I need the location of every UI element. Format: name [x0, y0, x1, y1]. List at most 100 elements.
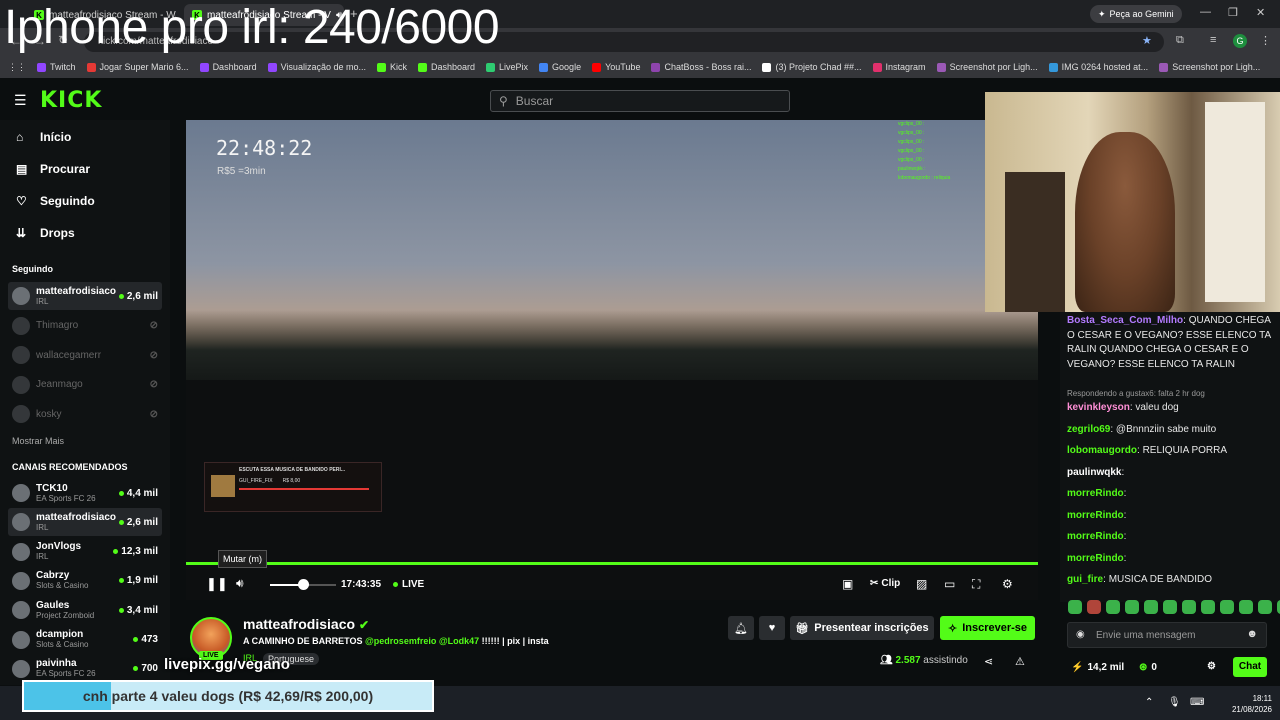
restore-icon[interactable]: ❐ [1228, 6, 1238, 19]
nav-item-procurar[interactable]: ▤ Procurar [16, 162, 90, 176]
bookmark-item[interactable]: LivePix [486, 62, 528, 72]
chat-username[interactable]: morreRindo [1067, 531, 1124, 542]
bookmark-item[interactable]: Google [539, 62, 581, 72]
show-more-link[interactable]: Mostrar Mais [12, 436, 64, 446]
chat-input[interactable]: ◉ Envie uma mensagem ☻ [1067, 622, 1267, 648]
chat-message[interactable]: morreRindo: [1067, 552, 1272, 567]
chat-username[interactable]: kevinkleyson [1067, 402, 1130, 413]
nav-item-drops[interactable]: ⇊ Drops [16, 226, 75, 240]
chat-message[interactable]: kevinkleyson: valeu dog [1067, 401, 1272, 416]
chat-username[interactable]: morreRindo [1067, 510, 1124, 521]
volume-icon[interactable]: 🔊︎ [236, 576, 244, 591]
emote-icon[interactable] [1125, 600, 1139, 614]
chat-username[interactable]: zegrilo69 [1067, 424, 1110, 435]
bookmark-item[interactable]: IMG 0264 hosted at... [1048, 62, 1148, 72]
chat-message[interactable]: zegrilo69: @Bnnnziin sabe muito [1067, 423, 1272, 438]
chat-username[interactable]: Bosta_Seca_Com_Milho [1067, 315, 1183, 326]
nav-item-início[interactable]: ⌂ Início [16, 130, 71, 144]
emote-icon[interactable] [1258, 600, 1272, 614]
pause-icon[interactable]: ❚❚ [206, 576, 228, 592]
miniplayer-icon[interactable]: ▣ [842, 577, 853, 591]
kick-logo[interactable]: KICK [40, 88, 102, 113]
emote-icon[interactable] [1239, 600, 1253, 614]
search-input[interactable]: ⚲ Buscar [490, 90, 790, 112]
title-mentions[interactable]: @pedrosemfreio @Lodk47 [365, 636, 479, 646]
live-indicator[interactable]: LIVE [393, 579, 424, 590]
emote-icon[interactable] [1087, 600, 1101, 614]
chat-message[interactable]: morreRindo: [1067, 530, 1272, 545]
nav-item-seguindo[interactable]: ♡ Seguindo [16, 194, 95, 208]
chat-message[interactable]: Respondendo a gustax6: falta 2 hr dog [1067, 387, 1272, 402]
apps-icon[interactable]: ⋮⋮ [8, 62, 26, 73]
chat-message[interactable]: morreRindo: [1067, 487, 1272, 502]
chat-username[interactable]: gui_fire [1067, 574, 1103, 585]
emote-icon[interactable] [1182, 600, 1196, 614]
recommended-channel[interactable]: Cabrzy Slots & Casino 1,9 mil [8, 567, 162, 595]
fullscreen-icon[interactable]: ⛶ [972, 577, 980, 592]
bookmark-item[interactable]: Instagram [872, 62, 926, 72]
chat-message[interactable]: morreRindo: [1067, 509, 1272, 524]
recommended-channel[interactable]: Gaules Project Zomboid 3,4 mil [8, 596, 162, 624]
following-channel[interactable]: kosky ⊘ [8, 400, 162, 428]
bookmark-item[interactable]: Dashboard [418, 62, 475, 72]
chat-message[interactable]: gui_fire: MUSICA DE BANDIDO [1067, 573, 1272, 588]
emote-icon[interactable] [1201, 600, 1215, 614]
emote-icon[interactable] [1144, 600, 1158, 614]
following-channel[interactable]: Thimagro ⊘ [8, 312, 162, 340]
gift-subs-button[interactable]: 🎁︎ Presentear inscrições [790, 616, 934, 640]
recommended-channel[interactable]: TCK10 EA Sports FC 26 4,4 mil [8, 479, 162, 507]
tray-chevron-icon[interactable]: ⌃ [1145, 697, 1153, 708]
chat-message[interactable]: paulinwqkk: [1067, 466, 1272, 481]
bookmark-item[interactable]: Twitch [37, 62, 76, 72]
profile-avatar[interactable]: G [1233, 34, 1247, 48]
bookmark-item[interactable]: Kick [376, 62, 407, 72]
video-player[interactable]: 22:48:22 R$5 =3min vgclips_00 : vgclips_0… [186, 120, 1038, 600]
bookmark-item[interactable]: Screenshot por Ligh... [1159, 62, 1260, 72]
recommended-channel[interactable]: matteafrodisiaco IRL 2,6 mil [8, 508, 162, 537]
kicks-balance[interactable]: ⊛ 0 [1139, 662, 1157, 673]
chat-message[interactable]: Bosta_Seca_Com_Milho: QUANDO CHEGA O CES… [1067, 314, 1272, 372]
video-progress-bar[interactable] [186, 562, 1038, 565]
bookmark-item[interactable]: ChatBoss - Boss rai... [651, 62, 751, 72]
chat-send-button[interactable]: Chat [1233, 657, 1267, 677]
following-channel[interactable]: Jeanmago ⊘ [8, 371, 162, 399]
recommended-channel[interactable]: JonVlogs IRL 12,3 mil [8, 538, 162, 566]
recommended-channel[interactable]: dcampion Slots & Casino 473 [8, 626, 162, 654]
follow-heart-button[interactable]: ♥ [759, 616, 785, 640]
captions-icon[interactable]: ▭ [944, 577, 955, 591]
bookmark-item[interactable]: YouTube [592, 62, 640, 72]
extensions-icon[interactable]: ⧉ [1176, 34, 1184, 47]
system-tray-clock[interactable]: 18:11 21/08/2026 [1232, 693, 1272, 715]
chat-username[interactable]: paulinwqkk [1067, 467, 1121, 478]
chat-message[interactable]: lobomaugordo: RELIQUIA PORRA [1067, 444, 1272, 459]
chat-username[interactable]: lobomaugordo [1067, 445, 1137, 456]
streamer-name[interactable]: matteafrodisiaco ✔ [243, 616, 369, 632]
volume-knob[interactable] [298, 579, 309, 590]
chat-settings-icon[interactable]: ⚙ [1207, 661, 1216, 672]
emote-icon[interactable] [1106, 600, 1120, 614]
menu-icon[interactable]: ⋮ [1260, 34, 1271, 47]
recommended-channel[interactable]: paivinha EA Sports FC 26 700 [8, 655, 162, 683]
clip-button[interactable]: ✂ Clip [870, 578, 900, 589]
chat-username[interactable]: morreRindo [1067, 553, 1124, 564]
share-icon[interactable]: ⋖ [984, 655, 993, 668]
hamburger-icon[interactable]: ☰ [14, 92, 27, 109]
emote-icon[interactable] [1068, 600, 1082, 614]
network-icon[interactable]: ⌨ [1190, 697, 1204, 708]
subscribe-button[interactable]: ✧ Inscrever-se [940, 616, 1035, 640]
bookmark-star-icon[interactable]: ★ [1142, 34, 1152, 47]
report-icon[interactable]: ⚠ [1015, 655, 1025, 668]
gemini-button[interactable]: ✦ Peça ao Gemini [1090, 5, 1182, 23]
emote-icon[interactable] [1220, 600, 1234, 614]
emote-icon[interactable] [1163, 600, 1177, 614]
bookmark-item[interactable]: (3) Projeto Chad ##... [762, 62, 862, 72]
theater-icon[interactable]: ▨ [916, 577, 927, 591]
bookmark-item[interactable]: Dashboard [199, 62, 257, 72]
channel-points[interactable]: ⚡ 14,2 mil [1071, 662, 1124, 673]
notification-bell-button[interactable]: 🔔︎ [728, 616, 754, 640]
microphone-icon[interactable]: 🎙︎ [1168, 697, 1181, 708]
chat-username[interactable]: morreRindo [1067, 488, 1124, 499]
bookmark-item[interactable]: Visualização de mo... [267, 62, 366, 72]
bookmark-item[interactable]: Screenshot por Ligh... [936, 62, 1038, 72]
bookmark-item[interactable]: Jogar Super Mario 6... [86, 62, 189, 72]
